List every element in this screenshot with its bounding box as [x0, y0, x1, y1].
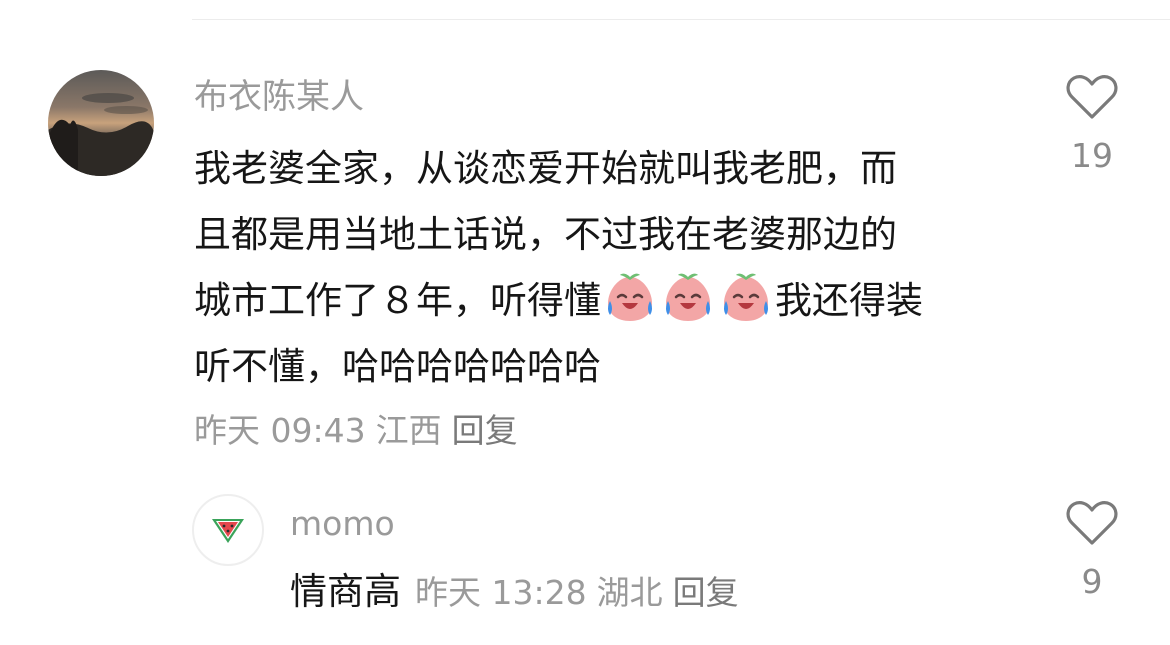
emoji-group: [601, 268, 775, 334]
like-count: 19: [1071, 136, 1113, 175]
crying-laughing-peach-emoji-icon: [666, 273, 710, 321]
top-divider: [192, 19, 1170, 20]
reply-author[interactable]: momo: [290, 502, 395, 546]
comment-location: 江西: [375, 411, 442, 450]
heart-outline-icon[interactable]: [1066, 74, 1118, 120]
reply-like-count: 9: [1081, 562, 1103, 601]
comment-text: 我老婆全家，从谈恋爱开始就叫我老肥，而 且都是用当地土话说，不过我在老婆那边的 …: [194, 136, 1024, 400]
reply-meta: 昨天 13:28 湖北 回复: [415, 573, 749, 612]
reply-reply-button[interactable]: 回复: [673, 573, 739, 612]
reply-location: 湖北: [596, 573, 663, 612]
reply-like-button[interactable]: 9: [1064, 500, 1120, 602]
reply-text: 情商高: [290, 570, 401, 613]
comment-meta: 昨天 09:43 江西 回复: [194, 410, 528, 452]
comment-line-1: 我老婆全家，从谈恋爱开始就叫我老肥，而: [194, 147, 897, 190]
comment-line-4: 听不懂，哈哈哈哈哈哈哈: [194, 345, 601, 388]
comment-line-3: 城市工作了８年，听得懂 我还得装: [194, 268, 1024, 334]
crying-laughing-peach-emoji-icon: [724, 273, 768, 321]
comment-line-2: 且都是用当地土话说，不过我在老婆那边的: [194, 213, 897, 256]
reply-time: 昨天 13:28: [415, 573, 587, 612]
comment-line-3-start: 城市工作了８年，听得懂: [194, 279, 601, 322]
reply-content: 情商高 昨天 13:28 湖北 回复: [290, 566, 749, 617]
reply-avatar[interactable]: [192, 494, 264, 566]
avatar[interactable]: [48, 70, 154, 176]
like-button[interactable]: 19: [1064, 74, 1120, 176]
comment-thread: 布衣陈某人 我老婆全家，从谈恋爱开始就叫我老肥，而 且都是用当地土话说，不过我在…: [0, 0, 1170, 645]
comment-line-3-end: 我还得装: [775, 279, 923, 322]
watermelon-icon: [212, 519, 244, 543]
comment-author[interactable]: 布衣陈某人: [194, 74, 364, 120]
crying-laughing-peach-emoji-icon: [608, 273, 652, 321]
heart-outline-icon[interactable]: [1066, 500, 1118, 546]
reply-button[interactable]: 回复: [452, 411, 518, 450]
comment-time: 昨天 09:43: [194, 411, 366, 450]
